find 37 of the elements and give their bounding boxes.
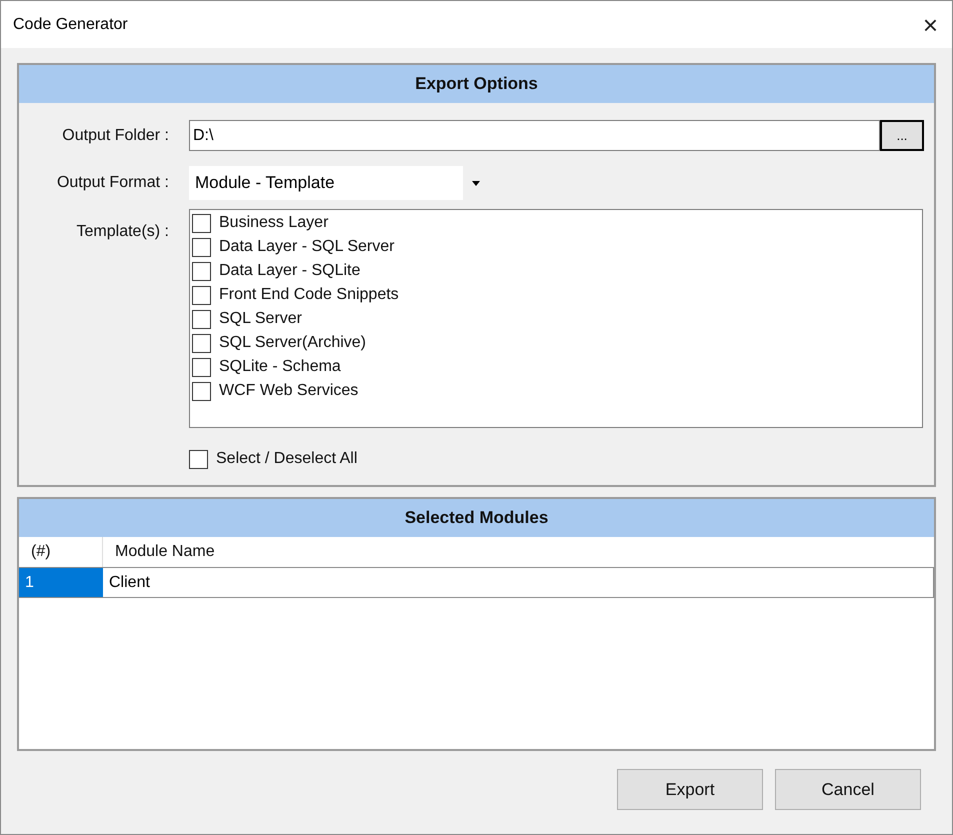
checkbox-label: Front End Code Snippets bbox=[219, 285, 399, 305]
output-format-dropdown[interactable]: Module - Template bbox=[189, 166, 489, 200]
field-label: Output Folder : bbox=[61, 126, 170, 146]
column-header[interactable]: Module Name bbox=[103, 537, 934, 567]
panel-header: Selected Modules bbox=[19, 499, 934, 537]
checkbox-label: Select / Deselect All bbox=[216, 449, 358, 469]
checkbox[interactable] bbox=[189, 450, 208, 468]
checkbox-label: SQLite - Schema bbox=[219, 357, 341, 377]
table-cell: Client bbox=[103, 568, 934, 597]
checkbox-label: WCF Web Services bbox=[219, 381, 358, 401]
checkbox[interactable] bbox=[192, 382, 211, 400]
checkbox[interactable] bbox=[192, 310, 211, 328]
output-folder-field[interactable]: D:\ bbox=[189, 120, 880, 151]
table-cell: 1 bbox=[19, 568, 103, 597]
dialog-button[interactable]: Cancel bbox=[775, 769, 921, 810]
window-title: Code Generator bbox=[13, 14, 128, 34]
browse-button[interactable]: ... bbox=[880, 120, 924, 151]
checkbox-label: Business Layer bbox=[219, 213, 328, 233]
field-label: Output Format : bbox=[56, 173, 170, 193]
table-row[interactable]: 1 Client bbox=[19, 568, 934, 598]
templates-list[interactable]: Business Layer Data Layer - SQL Server Data Layer - SQLite Front End Code Snippets SQL Server SQL Server(Archive) SQLite - Schema WCF Web Services bbox=[189, 209, 923, 428]
dialog-button[interactable]: Export bbox=[617, 769, 763, 810]
checkbox-label: Data Layer - SQL Server bbox=[219, 237, 394, 257]
checkbox[interactable] bbox=[192, 214, 211, 232]
checkbox-label: SQL Server bbox=[219, 309, 302, 329]
checkbox[interactable] bbox=[192, 334, 211, 352]
checkbox[interactable] bbox=[192, 286, 211, 304]
checkbox[interactable] bbox=[192, 238, 211, 256]
close-button[interactable]: × bbox=[922, 12, 938, 38]
panel-header: Export Options bbox=[19, 65, 934, 103]
dropdown-arrow-icon bbox=[472, 180, 480, 186]
checkbox[interactable] bbox=[192, 262, 211, 280]
checkbox-label: Data Layer - SQLite bbox=[219, 261, 360, 281]
checkbox-label: SQL Server(Archive) bbox=[219, 333, 366, 353]
field-label: Template(s) : bbox=[76, 222, 170, 242]
checkbox[interactable] bbox=[192, 358, 211, 376]
column-header[interactable]: (#) bbox=[19, 537, 103, 567]
